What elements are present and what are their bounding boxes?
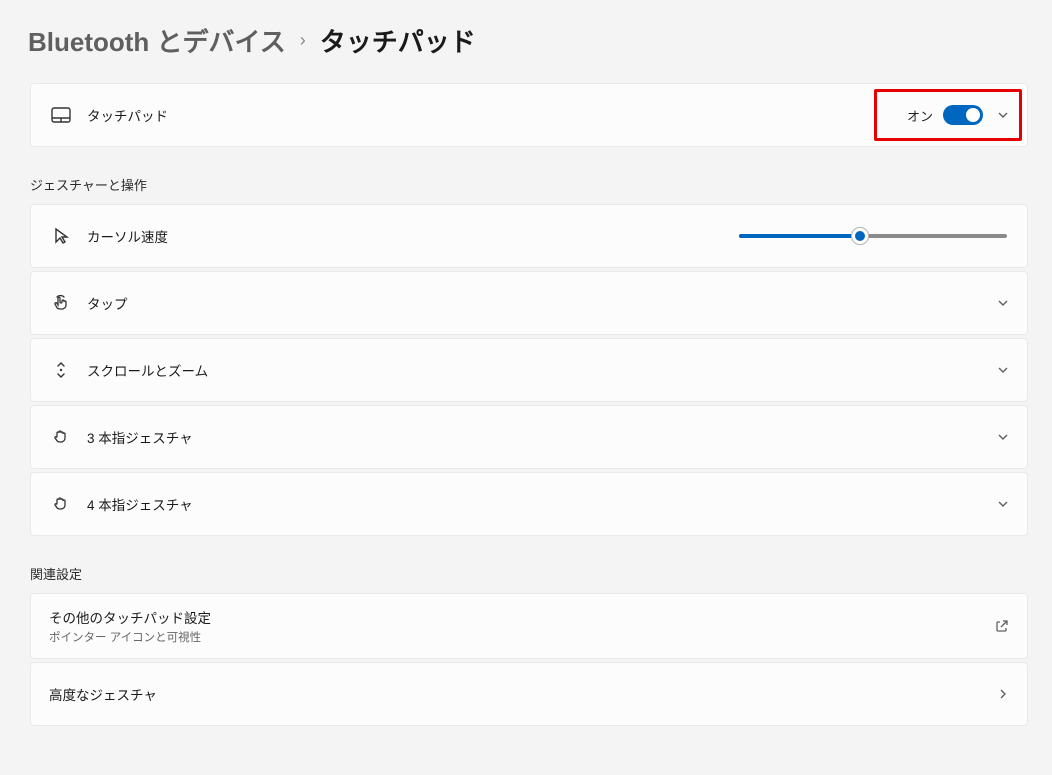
other-touchpad-settings-row[interactable]: その他のタッチパッド設定 ポインター アイコンと可視性 — [30, 593, 1028, 659]
open-external-icon — [995, 619, 1009, 633]
cursor-speed-label: カーソル速度 — [87, 226, 168, 246]
three-finger-row[interactable]: 3 本指ジェスチャ — [30, 405, 1028, 469]
four-finger-label: 4 本指ジェスチャ — [87, 494, 193, 514]
three-finger-label: 3 本指ジェスチャ — [87, 427, 193, 447]
cursor-speed-row: カーソル速度 — [30, 204, 1028, 268]
touchpad-toggle-row[interactable]: タッチパッド オン — [30, 83, 1028, 147]
touchpad-toggle[interactable] — [943, 105, 983, 125]
cursor-speed-slider[interactable] — [739, 234, 1007, 238]
chevron-down-icon — [997, 364, 1009, 376]
touchpad-icon — [49, 107, 73, 123]
other-touchpad-sublabel: ポインター アイコンと可視性 — [49, 629, 211, 645]
section-title-gestures: ジェスチャーと操作 — [30, 175, 1028, 194]
chevron-down-icon — [997, 498, 1009, 510]
cursor-icon — [49, 227, 73, 245]
tap-label: タップ — [87, 293, 128, 313]
breadcrumb-separator: › — [300, 30, 306, 51]
chevron-down-icon — [997, 297, 1009, 309]
chevron-down-icon — [997, 109, 1009, 121]
advanced-gestures-label: 高度なジェスチャ — [49, 684, 157, 704]
hand-icon — [49, 428, 73, 446]
tap-row[interactable]: タップ — [30, 271, 1028, 335]
scroll-zoom-icon — [49, 361, 73, 379]
hand-icon — [49, 495, 73, 513]
advanced-gestures-row[interactable]: 高度なジェスチャ — [30, 662, 1028, 726]
other-touchpad-label: その他のタッチパッド設定 — [49, 607, 211, 627]
breadcrumb-parent-link[interactable]: Bluetooth とデバイス — [28, 22, 286, 59]
touchpad-label: タッチパッド — [87, 105, 168, 125]
breadcrumb-current: タッチパッド — [320, 22, 476, 59]
four-finger-row[interactable]: 4 本指ジェスチャ — [30, 472, 1028, 536]
scroll-zoom-label: スクロールとズーム — [87, 360, 208, 380]
settings-page: Bluetooth とデバイス › タッチパッド タッチパッド オン ジェスチャ… — [0, 0, 1052, 726]
breadcrumb: Bluetooth とデバイス › タッチパッド — [28, 22, 1028, 59]
chevron-right-icon — [997, 688, 1009, 700]
section-title-related: 関連設定 — [30, 564, 1028, 583]
chevron-down-icon — [997, 431, 1009, 443]
tap-icon — [49, 294, 73, 312]
touchpad-toggle-state-text: オン — [907, 106, 933, 125]
scroll-zoom-row[interactable]: スクロールとズーム — [30, 338, 1028, 402]
